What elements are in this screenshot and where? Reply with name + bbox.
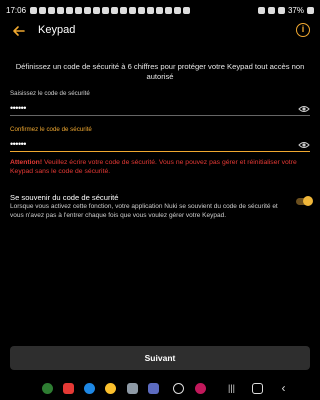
back-arrow-icon[interactable] — [10, 22, 28, 40]
notification-icon — [93, 6, 101, 14]
confirm-code-label: Confirmez le code de sécurité — [10, 126, 92, 133]
security-code-label: Saisissez le code de sécurité — [10, 90, 90, 97]
info-icon[interactable]: i — [296, 23, 310, 37]
chrome-app-icon[interactable] — [105, 383, 116, 394]
notification-icon — [102, 6, 110, 14]
notification-icon — [84, 6, 92, 14]
notification-icon — [129, 6, 137, 14]
system-status: 37% — [257, 5, 314, 15]
notification-icon — [138, 6, 146, 14]
wifi-icon — [267, 6, 275, 14]
security-code-input[interactable]: •••••• — [10, 103, 310, 113]
notification-icon — [30, 6, 38, 14]
battery-percent: 37% — [287, 5, 304, 15]
phone-app-icon[interactable] — [42, 383, 53, 394]
home-icon[interactable] — [252, 383, 263, 394]
attention-prefix: Attention! — [10, 159, 43, 166]
security-code-field[interactable]: Saisissez le code de sécurité •••••• — [10, 90, 310, 116]
home-circle-icon[interactable] — [173, 383, 184, 394]
notification-icon — [174, 6, 182, 14]
recents-icon[interactable]: ||| — [226, 383, 237, 394]
apps-grid-icon[interactable] — [148, 383, 159, 394]
remember-toggle[interactable] — [296, 196, 313, 206]
flower-app-icon[interactable] — [195, 383, 206, 394]
confirm-code-field[interactable]: Confirmez le code de sécurité •••••• — [10, 126, 310, 152]
notification-icon — [48, 6, 56, 14]
notification-icon — [120, 6, 128, 14]
notification-icon — [66, 6, 74, 14]
navigation-bar: ||| ‹ — [0, 379, 320, 399]
confirm-code-input[interactable]: •••••• — [10, 139, 310, 149]
messages-app-icon[interactable] — [84, 383, 95, 394]
signal-icon — [277, 6, 285, 14]
battery-icon — [307, 6, 314, 14]
remember-title: Se souvenir du code de sécurité — [10, 193, 119, 202]
eye-icon[interactable] — [298, 105, 310, 113]
field-underline-active — [10, 151, 310, 152]
notification-icon — [39, 6, 47, 14]
notification-icon — [183, 6, 191, 14]
settings-app-icon[interactable] — [127, 383, 138, 394]
notification-icon — [156, 6, 164, 14]
status-bar: 17:06 37% — [0, 0, 320, 20]
alarm-icon — [257, 6, 265, 14]
intro-text: Définissez un code de sécurité à 6 chiff… — [15, 62, 305, 81]
next-button[interactable]: Suivant — [10, 346, 310, 370]
mail-app-icon[interactable] — [63, 383, 74, 394]
status-time: 17:06 — [6, 5, 27, 15]
notification-icon — [165, 6, 173, 14]
field-underline — [10, 115, 310, 116]
notification-icon — [111, 6, 119, 14]
notification-icon — [147, 6, 155, 14]
app-bar: Keypad i — [0, 20, 320, 44]
remember-description: Lorsque vous activez cette fonction, vot… — [10, 203, 278, 219]
eye-icon[interactable] — [298, 141, 310, 149]
page-title: Keypad — [38, 24, 76, 36]
attention-warning: Attention! Veuillez écrire votre code de… — [10, 158, 310, 176]
back-nav-icon[interactable]: ‹ — [278, 382, 289, 394]
notification-icon — [75, 6, 83, 14]
notification-icon — [57, 6, 65, 14]
notification-icons — [30, 6, 191, 14]
toggle-knob — [303, 196, 313, 206]
attention-text: Veuillez écrire votre code de sécurité. … — [10, 159, 297, 175]
